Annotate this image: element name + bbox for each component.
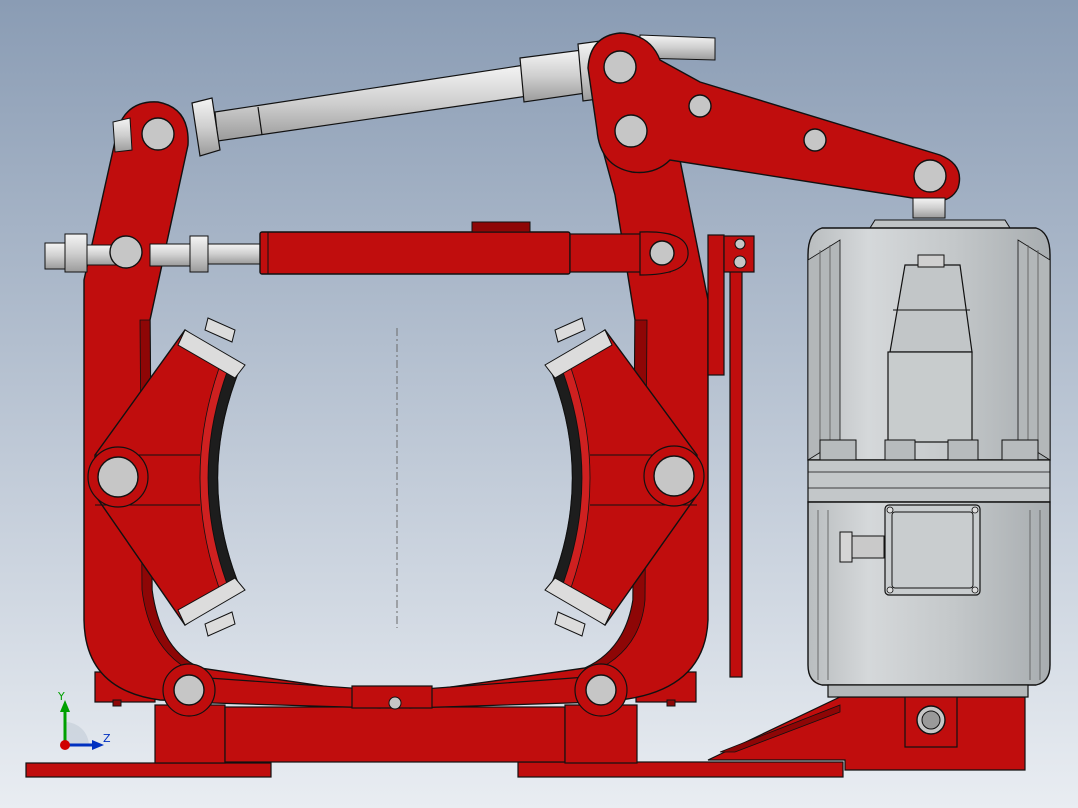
axis-z-label: Z — [103, 732, 111, 745]
cad-viewport[interactable]: Y Z — [0, 0, 1078, 808]
thruster-motor — [807, 197, 1051, 698]
axis-y-label: Y — [57, 690, 65, 703]
brake-assembly-drawing: Y Z — [0, 0, 1078, 808]
